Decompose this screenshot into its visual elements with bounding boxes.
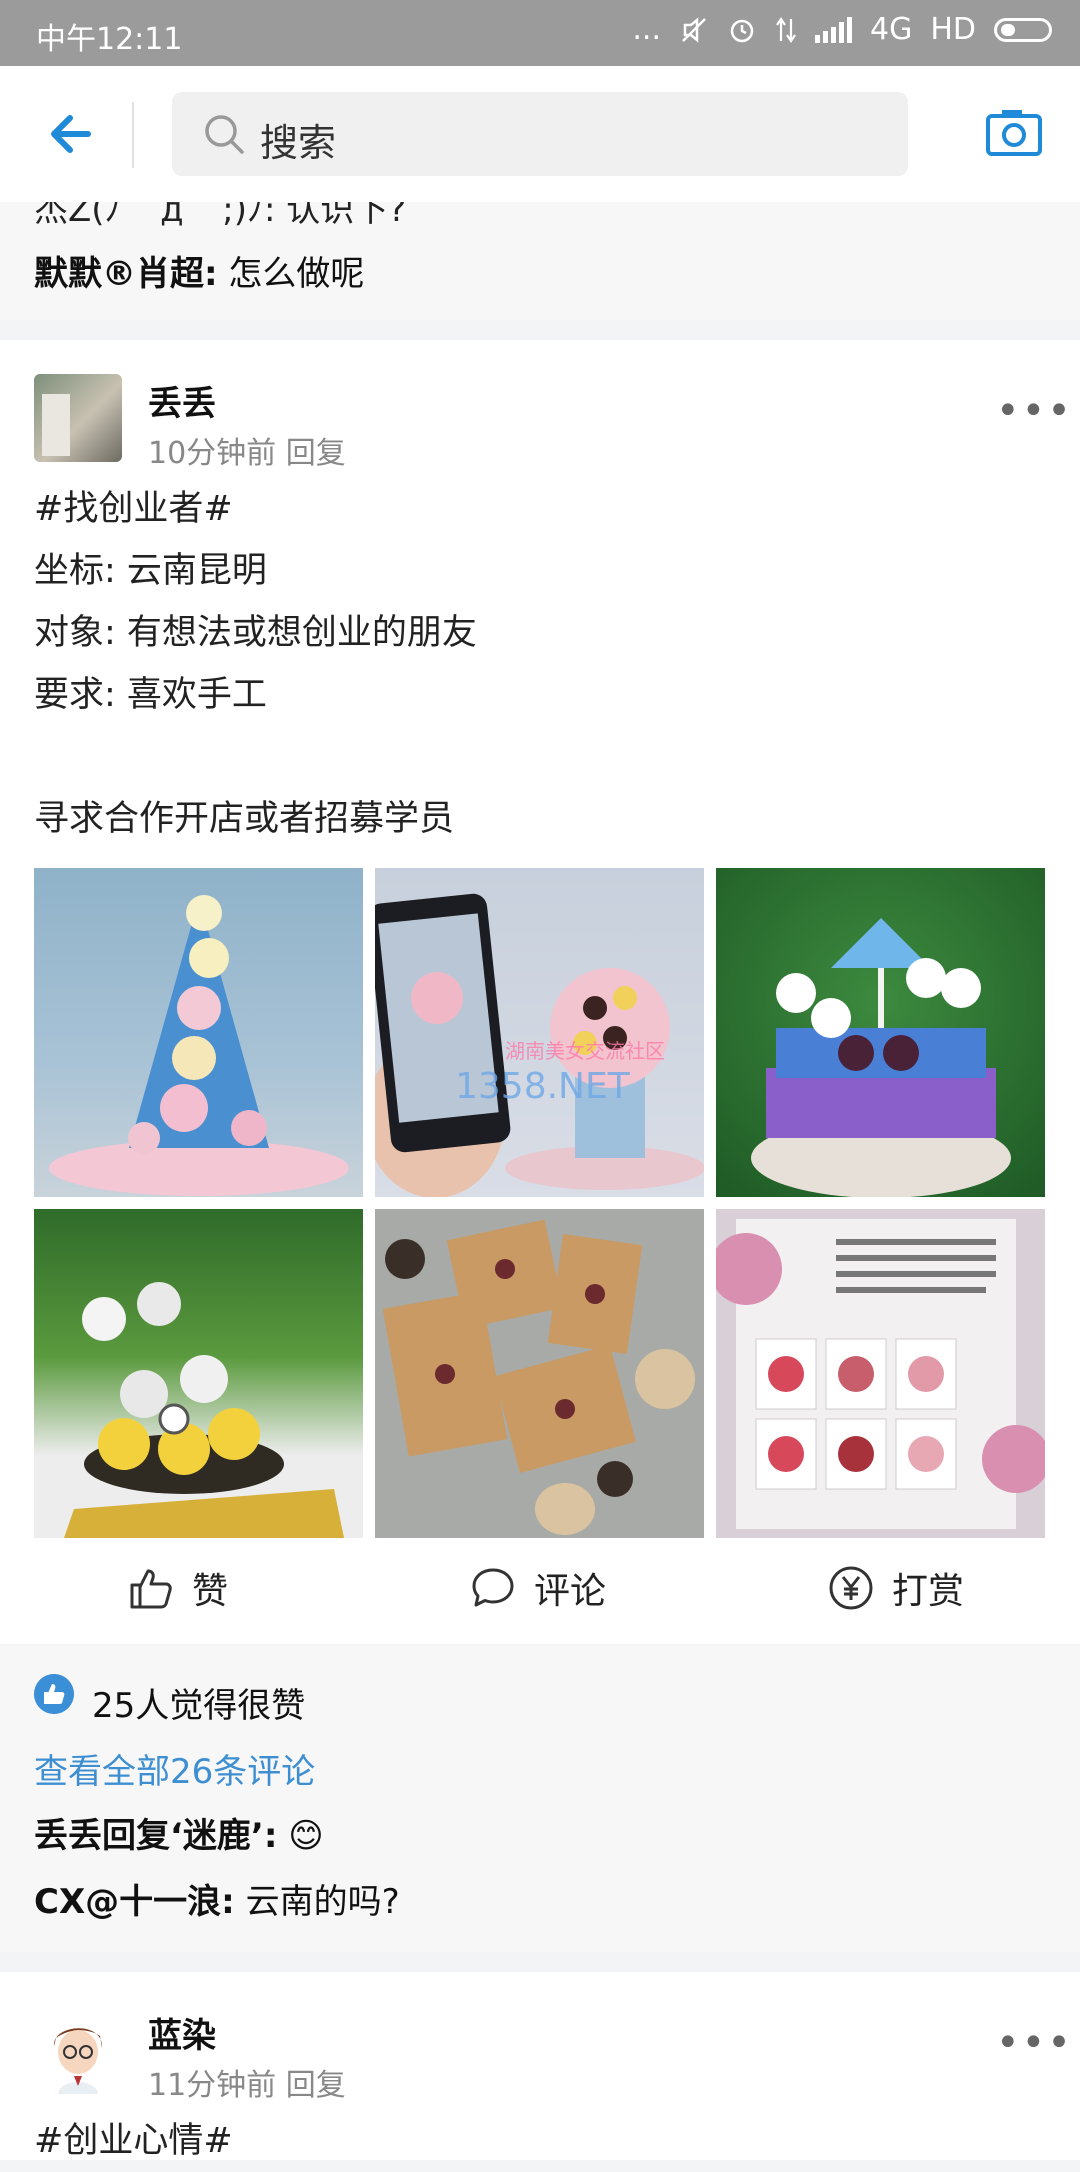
comment-text: 😊 <box>288 1816 324 1856</box>
network-type: 4G <box>869 12 913 47</box>
thumbs-up-icon <box>130 1569 172 1609</box>
post-time: 10分钟前 <box>148 436 277 471</box>
status-time: 中午12:11 <box>36 22 183 57</box>
view-all-comments-link[interactable]: 查看全部26条评论 <box>34 1744 315 1793</box>
previous-post-tail: 杰Z(ﾉ ´ д ` ;)ﾉ: 认识下? 默默®肖超: 怎么做呢 <box>0 202 1080 320</box>
post-username[interactable]: 蓝染 <box>148 2008 216 2057</box>
photo-thumbnail[interactable] <box>375 1209 704 1538</box>
toolbar-divider <box>132 102 134 168</box>
comment-row: 丢丢回复‘迷鹿’: 😊 <box>34 1808 324 1857</box>
post-line: 要求: 喜欢手工 <box>34 675 267 715</box>
comment-user[interactable]: 丢丢回复‘迷鹿’: <box>34 1816 277 1856</box>
comment-user[interactable]: CX@十一浪: <box>34 1882 235 1922</box>
photo-thumbnail[interactable] <box>34 868 363 1197</box>
post-card: 丢丢 10分钟前 回复 ••• #找创业者# 坐标: 云南昆明 对象: 有想法或… <box>0 340 1080 1644</box>
reply-link[interactable]: 回复 <box>286 436 346 471</box>
reward-button[interactable]: 打赏 <box>828 1562 964 1614</box>
likes-count: 25人觉得很赞 <box>92 1686 306 1726</box>
avatar[interactable] <box>34 2006 122 2094</box>
comment-text: 云南的吗? <box>245 1882 400 1922</box>
photo-thumbnail[interactable] <box>716 1209 1045 1538</box>
post-line <box>34 726 477 788</box>
post-line: 寻求合作开店或者招募学员 <box>34 799 455 839</box>
camera-icon[interactable] <box>984 102 1044 162</box>
likes-badge-icon <box>34 1674 74 1714</box>
like-button[interactable]: 赞 <box>128 1562 228 1614</box>
status-bar: 中午12:11 ... 4G HD <box>0 0 1080 66</box>
post-body: #找创业者# 坐标: 云南昆明 对象: 有想法或想创业的朋友 要求: 喜欢手工 … <box>34 478 477 850</box>
watermark-text: 湖南美女交流社区 <box>505 1039 665 1063</box>
comment-button[interactable]: 评论 <box>470 1562 606 1614</box>
signal-icon <box>814 16 852 43</box>
photo-thumbnail[interactable]: 湖南美女交流社区 1358.NET <box>375 868 704 1197</box>
watermark-text: 1358.NET <box>455 1066 631 1107</box>
post-username[interactable]: 丢丢 <box>148 376 216 425</box>
post-line: #找创业者# <box>34 489 233 529</box>
engagement-section: 25人觉得很赞 查看全部26条评论 丢丢回复‘迷鹿’: 😊 CX@十一浪: 云南… <box>0 1646 1080 1952</box>
mute-icon <box>682 16 706 43</box>
comment-user[interactable]: 默默®肖超: <box>34 254 218 294</box>
post-line: #创业心情# <box>34 2121 233 2161</box>
post-time: 11分钟前 <box>148 2068 277 2103</box>
comment-bubble-icon <box>472 1568 514 1607</box>
reply-link[interactable]: 回复 <box>286 2068 346 2103</box>
like-label: 赞 <box>192 1571 229 1612</box>
battery-icon <box>994 17 1052 42</box>
post-meta: 10分钟前 回复 <box>148 428 346 472</box>
data-arrows-icon <box>776 16 796 43</box>
top-bar: 搜索 <box>0 66 1080 203</box>
hd-indicator: HD <box>930 12 976 47</box>
partial-comment: 杰Z(ﾉ ´ д ` ;)ﾉ: 认识下? <box>34 202 407 230</box>
comment-text: 怎么做呢 <box>228 254 365 294</box>
status-icons: ... 4G HD <box>632 12 1052 47</box>
more-options-icon[interactable]: ••• <box>996 388 1073 434</box>
post-line: 坐标: 云南昆明 <box>34 551 267 591</box>
more-options-icon[interactable]: ••• <box>996 2020 1073 2066</box>
more-dots: ... <box>632 12 661 47</box>
comment-row: CX@十一浪: 云南的吗? <box>34 1874 400 1923</box>
post-actions: 赞 评论 打赏 <box>0 1538 1080 1638</box>
search-placeholder: 搜索 <box>260 121 337 165</box>
photo-thumbnail[interactable] <box>34 1209 363 1538</box>
reward-label: 打赏 <box>892 1571 965 1612</box>
comment-row: 默默®肖超: 怎么做呢 <box>34 246 364 295</box>
search-icon <box>205 115 244 154</box>
next-post-card: 蓝染 11分钟前 回复 ••• #创业心情# <box>0 1972 1080 2161</box>
post-meta: 11分钟前 回复 <box>148 2060 346 2104</box>
back-arrow-icon[interactable] <box>40 106 96 162</box>
photo-thumbnail[interactable] <box>716 868 1045 1197</box>
avatar[interactable] <box>34 374 122 462</box>
search-bar[interactable]: 搜索 <box>172 92 908 176</box>
yen-coin-icon <box>829 1566 873 1610</box>
photo-grid: 湖南美女交流社区 1358.NET <box>34 868 1046 1538</box>
alarm-icon <box>730 19 754 42</box>
comment-label: 评论 <box>534 1571 607 1612</box>
post-line: 对象: 有想法或想创业的朋友 <box>34 613 477 653</box>
